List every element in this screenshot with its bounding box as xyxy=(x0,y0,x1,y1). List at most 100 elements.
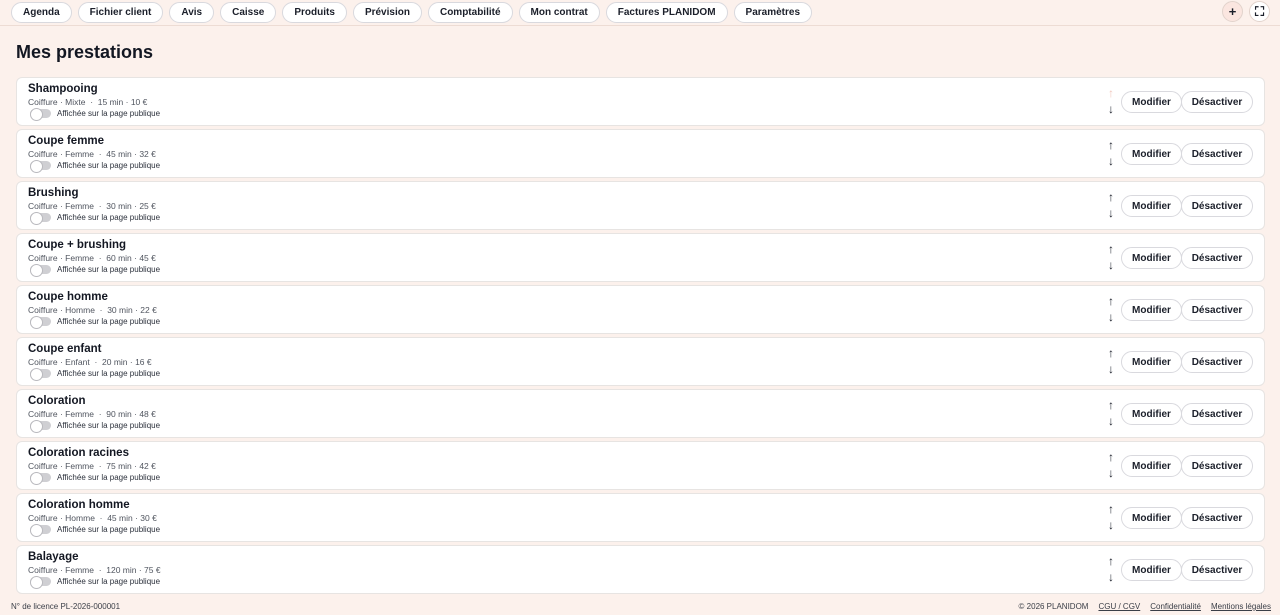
public-page-toggle-label: Affichée sur la page publique xyxy=(57,265,161,274)
public-page-toggle[interactable] xyxy=(30,212,51,225)
nav-fichier-client[interactable]: Fichier client xyxy=(77,2,164,23)
public-page-toggle[interactable] xyxy=(30,472,51,485)
modify-button[interactable]: Modifier xyxy=(1121,507,1182,529)
nav-factures-planidom[interactable]: Factures PLANIDOM xyxy=(605,2,728,23)
license-number: N° de licence PL-2026-000001 xyxy=(11,602,121,611)
service-meta: Coiffure · Femme · 90 min · 48 € xyxy=(28,409,156,419)
nav-caisse[interactable]: Caisse xyxy=(220,2,277,23)
arrow-down-icon[interactable]: ↓ xyxy=(1105,518,1117,533)
arrow-up-icon[interactable]: ↑ xyxy=(1105,294,1117,309)
modify-button[interactable]: Modifier xyxy=(1121,455,1182,477)
arrow-down-icon[interactable]: ↓ xyxy=(1105,154,1117,169)
arrow-down-icon[interactable]: ↓ xyxy=(1105,310,1117,325)
modify-button[interactable]: Modifier xyxy=(1121,299,1182,321)
public-page-toggle-label: Affichée sur la page publique xyxy=(57,369,161,378)
nav-produits[interactable]: Produits xyxy=(282,2,347,23)
public-page-toggle[interactable] xyxy=(30,160,51,173)
public-page-toggle[interactable] xyxy=(30,264,51,277)
deactivate-button[interactable]: Désactiver xyxy=(1181,143,1253,165)
public-page-toggle-row: Affichée sur la page publique xyxy=(30,160,160,173)
arrow-down-icon[interactable]: ↓ xyxy=(1105,414,1117,429)
service-card: Coloration homme Coiffure · Homme · 45 m… xyxy=(16,493,1265,542)
service-name: Coupe femme xyxy=(28,135,105,147)
service-name: Coupe enfant xyxy=(28,343,102,355)
copyright: © 2026 PLANIDOM xyxy=(1018,602,1089,611)
public-page-toggle[interactable] xyxy=(30,108,51,121)
service-meta: Coiffure · Femme · 120 min · 75 € xyxy=(28,565,161,575)
modify-button[interactable]: Modifier xyxy=(1121,91,1182,113)
deactivate-button[interactable]: Désactiver xyxy=(1181,351,1253,373)
modify-button[interactable]: Modifier xyxy=(1121,143,1182,165)
service-card: Coloration racines Coiffure · Femme · 75… xyxy=(16,441,1265,490)
cgu-link[interactable]: CGU / CGV xyxy=(1098,602,1140,611)
reorder-arrows: ↑ ↓ xyxy=(1105,450,1117,481)
service-card: Coupe enfant Coiffure · Enfant · 20 min … xyxy=(16,337,1265,386)
arrow-down-icon[interactable]: ↓ xyxy=(1105,258,1117,273)
deactivate-button[interactable]: Désactiver xyxy=(1181,299,1253,321)
public-page-toggle-row: Affichée sur la page publique xyxy=(30,420,161,433)
arrow-down-icon[interactable]: ↓ xyxy=(1105,466,1117,481)
public-page-toggle[interactable] xyxy=(30,420,51,433)
service-card: Coloration Coiffure · Femme · 90 min · 4… xyxy=(16,389,1265,438)
arrow-up-icon[interactable]: ↑ xyxy=(1105,242,1117,257)
deactivate-button[interactable]: Désactiver xyxy=(1181,195,1253,217)
public-page-toggle-row: Affichée sur la page publique xyxy=(30,108,161,121)
arrow-up-icon[interactable]: ↑ xyxy=(1105,450,1117,465)
public-page-toggle-label: Affichée sur la page publique xyxy=(57,213,161,222)
deactivate-button[interactable]: Désactiver xyxy=(1181,559,1253,581)
public-page-toggle[interactable] xyxy=(30,316,51,329)
public-page-toggle-label: Affichée sur la page publique xyxy=(57,109,161,118)
top-navigation-bar: Agenda Fichier client Avis Caisse Produi… xyxy=(0,0,1280,26)
modify-button[interactable]: Modifier xyxy=(1121,559,1182,581)
arrow-down-icon[interactable]: ↓ xyxy=(1105,570,1117,585)
service-name: Balayage xyxy=(28,551,79,563)
arrow-down-icon[interactable]: ↓ xyxy=(1105,362,1117,377)
fullscreen-icon[interactable]: ⛶ xyxy=(1249,1,1270,22)
public-page-toggle-label: Affichée sur la page publique xyxy=(57,421,161,430)
service-meta: Coiffure · Femme · 60 min · 45 € xyxy=(28,253,156,263)
public-page-toggle-row: Affichée sur la page publique xyxy=(30,316,161,329)
public-page-toggle-row: Affichée sur la page publique xyxy=(30,212,161,225)
public-page-toggle-row: Affichée sur la page publique xyxy=(30,524,160,537)
service-card: Coupe + brushing Coiffure · Femme · 60 m… xyxy=(16,233,1265,282)
nav-prevision[interactable]: Prévision xyxy=(352,2,422,23)
arrow-up-icon[interactable]: ↑ xyxy=(1105,398,1117,413)
service-meta: Coiffure · Femme · 45 min · 32 € xyxy=(28,149,156,159)
arrow-down-icon[interactable]: ↓ xyxy=(1105,102,1117,117)
deactivate-button[interactable]: Désactiver xyxy=(1181,507,1253,529)
deactivate-button[interactable]: Désactiver xyxy=(1181,91,1253,113)
arrow-up-icon[interactable]: ↑ xyxy=(1105,502,1117,517)
deactivate-button[interactable]: Désactiver xyxy=(1181,247,1253,269)
nav-agenda[interactable]: Agenda xyxy=(11,2,72,23)
public-page-toggle-label: Affichée sur la page publique xyxy=(57,473,161,482)
public-page-toggle[interactable] xyxy=(30,524,51,537)
nav-parametres[interactable]: Paramètres xyxy=(733,2,813,23)
deactivate-button[interactable]: Désactiver xyxy=(1181,455,1253,477)
nav-avis[interactable]: Avis xyxy=(169,2,215,23)
arrow-up-icon[interactable]: ↑ xyxy=(1105,554,1117,569)
public-page-toggle-row: Affichée sur la page publique xyxy=(30,264,161,277)
modify-button[interactable]: Modifier xyxy=(1121,403,1182,425)
nav-mon-contrat[interactable]: Mon contrat xyxy=(518,2,600,23)
services-list: Shampooing Coiffure · Mixte · 15 min · 1… xyxy=(16,77,1265,597)
plus-icon[interactable]: + xyxy=(1222,1,1243,22)
service-card: Brushing Coiffure · Femme · 30 min · 25 … xyxy=(16,181,1265,230)
service-name: Coloration xyxy=(28,395,86,407)
modify-button[interactable]: Modifier xyxy=(1121,195,1182,217)
modify-button[interactable]: Modifier xyxy=(1121,247,1182,269)
service-meta: Coiffure · Femme · 75 min · 42 € xyxy=(28,461,156,471)
public-page-toggle-label: Affichée sur la page publique xyxy=(57,317,161,326)
public-page-toggle[interactable] xyxy=(30,368,51,381)
nav-comptabilite[interactable]: Comptabilité xyxy=(427,2,513,23)
legal-link[interactable]: Mentions légales xyxy=(1211,602,1271,611)
arrow-up-icon: ↑ xyxy=(1108,86,1114,100)
page-title: Mes prestations xyxy=(16,42,154,62)
arrow-down-icon[interactable]: ↓ xyxy=(1105,206,1117,221)
modify-button[interactable]: Modifier xyxy=(1121,351,1182,373)
arrow-up-icon[interactable]: ↑ xyxy=(1105,346,1117,361)
deactivate-button[interactable]: Désactiver xyxy=(1181,403,1253,425)
privacy-link[interactable]: Confidentialité xyxy=(1150,602,1201,611)
public-page-toggle[interactable] xyxy=(30,576,51,589)
arrow-up-icon[interactable]: ↑ xyxy=(1105,190,1117,205)
arrow-up-icon[interactable]: ↑ xyxy=(1105,138,1117,153)
